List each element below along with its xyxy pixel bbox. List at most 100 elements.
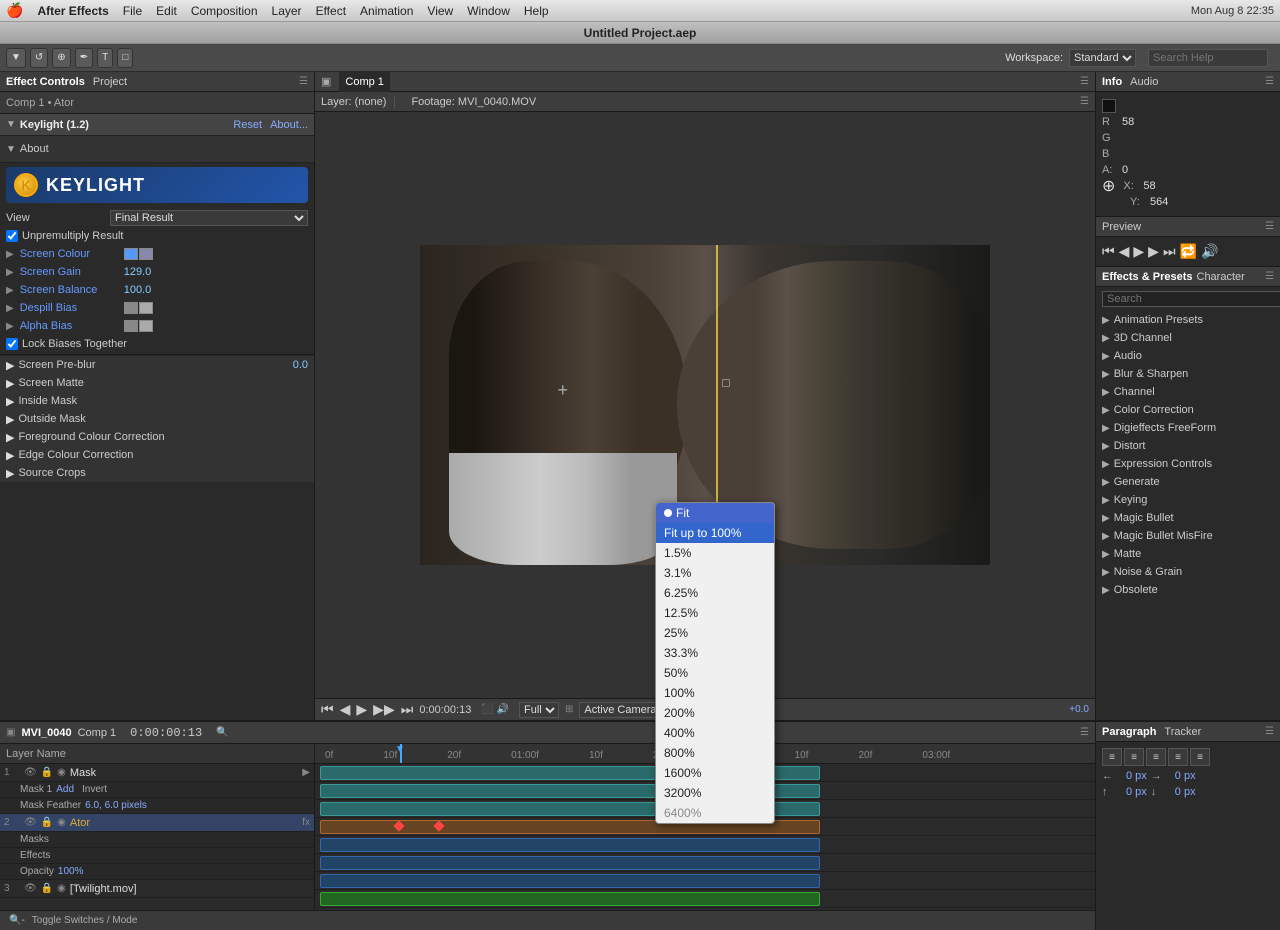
tab-character[interactable]: Character: [1197, 271, 1245, 283]
layer-1-video-icon[interactable]: 👁: [24, 767, 37, 778]
pen-tool[interactable]: ✒: [75, 48, 93, 68]
search-icon[interactable]: 🔍: [216, 727, 228, 738]
effects-search-input[interactable]: [1102, 291, 1280, 307]
foreground-expand-icon[interactable]: ▶: [6, 431, 14, 444]
preview-loop-button[interactable]: 🔁: [1180, 243, 1197, 260]
obsolete-expand-icon[interactable]: ▶: [1102, 585, 1110, 596]
info-panel-menu-icon[interactable]: ☰: [1265, 76, 1274, 87]
edge-colour-header[interactable]: ▶ Edge Colour Correction: [0, 446, 314, 464]
panel-menu-icon[interactable]: ☰: [299, 76, 308, 87]
effects-panel-menu-icon[interactable]: ☰: [1265, 271, 1274, 282]
keying-expand-icon[interactable]: ▶: [1102, 495, 1110, 506]
audio-expand-icon[interactable]: ▶: [1102, 351, 1110, 362]
blur-expand-icon[interactable]: ▶: [1102, 369, 1110, 380]
alpha-bias-expand-icon[interactable]: ▶: [6, 321, 14, 332]
screen-preblur-header[interactable]: ▶ Screen Pre-blur 0.0: [0, 356, 314, 374]
category-color-correction[interactable]: ▶ Color Correction: [1096, 401, 1280, 419]
expression-expand-icon[interactable]: ▶: [1102, 459, 1110, 470]
preview-panel-menu-icon[interactable]: ☰: [1265, 221, 1274, 232]
timeline-timecode[interactable]: 0:00:00:13: [130, 726, 202, 740]
align-right-button[interactable]: ≡: [1146, 748, 1166, 766]
dropdown-item-25[interactable]: 25%: [656, 623, 774, 643]
category-distort[interactable]: ▶ Distort: [1096, 437, 1280, 455]
outside-mask-header[interactable]: ▶ Outside Mask: [0, 410, 314, 428]
category-audio[interactable]: ▶ Audio: [1096, 347, 1280, 365]
dropdown-item-1.5[interactable]: 1.5%: [656, 543, 774, 563]
screen-colour-swatch1[interactable]: [124, 248, 138, 260]
align-left-button[interactable]: ≡: [1102, 748, 1122, 766]
layer-panel-menu-icon[interactable]: ☰: [1080, 96, 1089, 107]
dropdown-item-50[interactable]: 50%: [656, 663, 774, 683]
prev-frame-button[interactable]: ◀: [340, 701, 351, 718]
magic-bullet-expand-icon[interactable]: ▶: [1102, 513, 1110, 524]
para-panel-menu-icon[interactable]: ☰: [1265, 726, 1274, 737]
space-before-value[interactable]: 0 px: [1126, 786, 1147, 798]
screen-preblur-value[interactable]: 0.0: [293, 359, 308, 371]
text-tool[interactable]: T: [97, 48, 113, 68]
comp-panel-menu-icon[interactable]: ☰: [1080, 76, 1089, 87]
selection-tool[interactable]: ▼: [6, 48, 26, 68]
category-animation-presets[interactable]: ▶ Animation Presets: [1096, 311, 1280, 329]
digieffects-expand-icon[interactable]: ▶: [1102, 423, 1110, 434]
category-obsolete[interactable]: ▶ Obsolete: [1096, 581, 1280, 599]
dropdown-item-3.1[interactable]: 3.1%: [656, 563, 774, 583]
layer-1-solo-icon[interactable]: ◉: [57, 767, 66, 778]
matte-expand-icon[interactable]: ▶: [1102, 549, 1110, 560]
layer-2-video-icon[interactable]: 👁: [24, 817, 37, 828]
layer-2-solo-icon[interactable]: ◉: [57, 817, 66, 828]
menu-window[interactable]: Window: [467, 4, 510, 18]
generate-expand-icon[interactable]: ▶: [1102, 477, 1110, 488]
time-display-viewer[interactable]: 0:00:00:13: [419, 704, 471, 716]
screen-colour-expand-icon[interactable]: ▶: [6, 249, 14, 260]
keylight-reset-button[interactable]: Reset: [233, 119, 262, 131]
category-magic-bullet-misfire[interactable]: ▶ Magic Bullet MisFire: [1096, 527, 1280, 545]
screen-colour-swatch2[interactable]: [139, 248, 153, 260]
next-frame-button[interactable]: ▶▶: [373, 701, 395, 718]
dropdown-item-100[interactable]: 100%: [656, 683, 774, 703]
menu-help[interactable]: Help: [524, 4, 549, 18]
layer-3-lock-icon[interactable]: 🔒: [41, 883, 53, 894]
indent-right-value[interactable]: 0 px: [1175, 770, 1196, 782]
keylight-about-button[interactable]: About...: [270, 119, 308, 131]
comp-tab-comp1[interactable]: Comp 1: [339, 72, 390, 92]
footage-tab[interactable]: Footage: MVI_0040.MOV: [411, 96, 536, 108]
outside-mask-expand-icon[interactable]: ▶: [6, 413, 14, 426]
screen-matte-header[interactable]: ▶ Screen Matte: [0, 374, 314, 392]
zoom-select[interactable]: Full: [519, 702, 559, 718]
category-magic-bullet[interactable]: ▶ Magic Bullet: [1096, 509, 1280, 527]
anim-presets-expand-icon[interactable]: ▶: [1102, 315, 1110, 326]
category-matte[interactable]: ▶ Matte: [1096, 545, 1280, 563]
about-triangle-icon[interactable]: ▼: [6, 144, 16, 155]
screen-gain-value[interactable]: 129.0: [124, 266, 152, 278]
tab-paragraph[interactable]: Paragraph: [1102, 726, 1156, 738]
dropdown-item-12.5[interactable]: 12.5%: [656, 603, 774, 623]
screen-gain-label[interactable]: Screen Gain: [20, 266, 120, 278]
dropdown-item-1600[interactable]: 1600%: [656, 763, 774, 783]
menu-layer[interactable]: Layer: [272, 4, 302, 18]
noise-expand-icon[interactable]: ▶: [1102, 567, 1110, 578]
category-noise-grain[interactable]: ▶ Noise & Grain: [1096, 563, 1280, 581]
layer-tab-none[interactable]: Layer: (none): [321, 96, 386, 108]
menu-file[interactable]: File: [123, 4, 142, 18]
inside-mask-header[interactable]: ▶ Inside Mask: [0, 392, 314, 410]
category-3d-channel[interactable]: ▶ 3D Channel: [1096, 329, 1280, 347]
preview-audio-button[interactable]: 🔊: [1201, 243, 1218, 260]
tab-effects-presets[interactable]: Effects & Presets: [1102, 271, 1193, 283]
menu-view[interactable]: View: [427, 4, 453, 18]
tab-audio[interactable]: Audio: [1130, 76, 1158, 88]
preview-skip-end-button[interactable]: ⏭: [1163, 243, 1176, 260]
color-expand-icon[interactable]: ▶: [1102, 405, 1110, 416]
screen-balance-label[interactable]: Screen Balance: [20, 284, 120, 296]
layer-2-fx-icon[interactable]: fx: [302, 817, 310, 828]
preview-tab[interactable]: Preview: [1102, 221, 1141, 233]
foreground-colour-header[interactable]: ▶ Foreground Colour Correction: [0, 428, 314, 446]
tl-zoom-out-button[interactable]: 🔍-: [6, 915, 28, 926]
space-after-value[interactable]: 0 px: [1175, 786, 1196, 798]
timeline-panel-menu-icon[interactable]: ☰: [1080, 727, 1089, 738]
category-expression-controls[interactable]: ▶ Expression Controls: [1096, 455, 1280, 473]
workspace-select[interactable]: Standard: [1069, 49, 1136, 67]
tab-info[interactable]: Info: [1102, 76, 1122, 88]
dropdown-item-6.25[interactable]: 6.25%: [656, 583, 774, 603]
screen-balance-value[interactable]: 100.0: [124, 284, 152, 296]
playhead[interactable]: [400, 744, 402, 763]
